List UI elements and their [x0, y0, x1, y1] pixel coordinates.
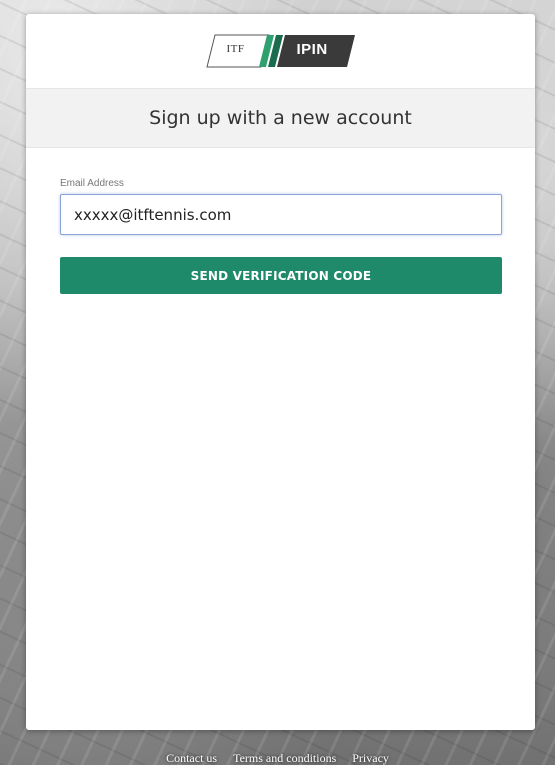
itf-ipin-logo: ITF IPIN — [205, 33, 357, 69]
logo-area: ITF IPIN — [26, 14, 535, 88]
email-input[interactable] — [60, 194, 502, 235]
signup-card: ITF IPIN Sign up with a new account Emai… — [26, 14, 535, 730]
page-title: Sign up with a new account — [149, 107, 412, 129]
privacy-link[interactable]: Privacy — [352, 751, 389, 765]
email-label: Email Address — [60, 178, 124, 189]
terms-link[interactable]: Terms and conditions — [233, 751, 336, 765]
page-header: Sign up with a new account — [26, 88, 535, 148]
footer-links: Contact us Terms and conditions Privacy — [0, 751, 555, 765]
send-verification-code-button[interactable]: SEND VERIFICATION CODE — [60, 257, 502, 294]
signup-form: Email Address SEND VERIFICATION CODE — [26, 148, 535, 294]
logo-itf-text: ITF — [226, 43, 245, 55]
contact-us-link[interactable]: Contact us — [166, 751, 217, 765]
logo-ipin-text: IPIN — [296, 41, 328, 58]
